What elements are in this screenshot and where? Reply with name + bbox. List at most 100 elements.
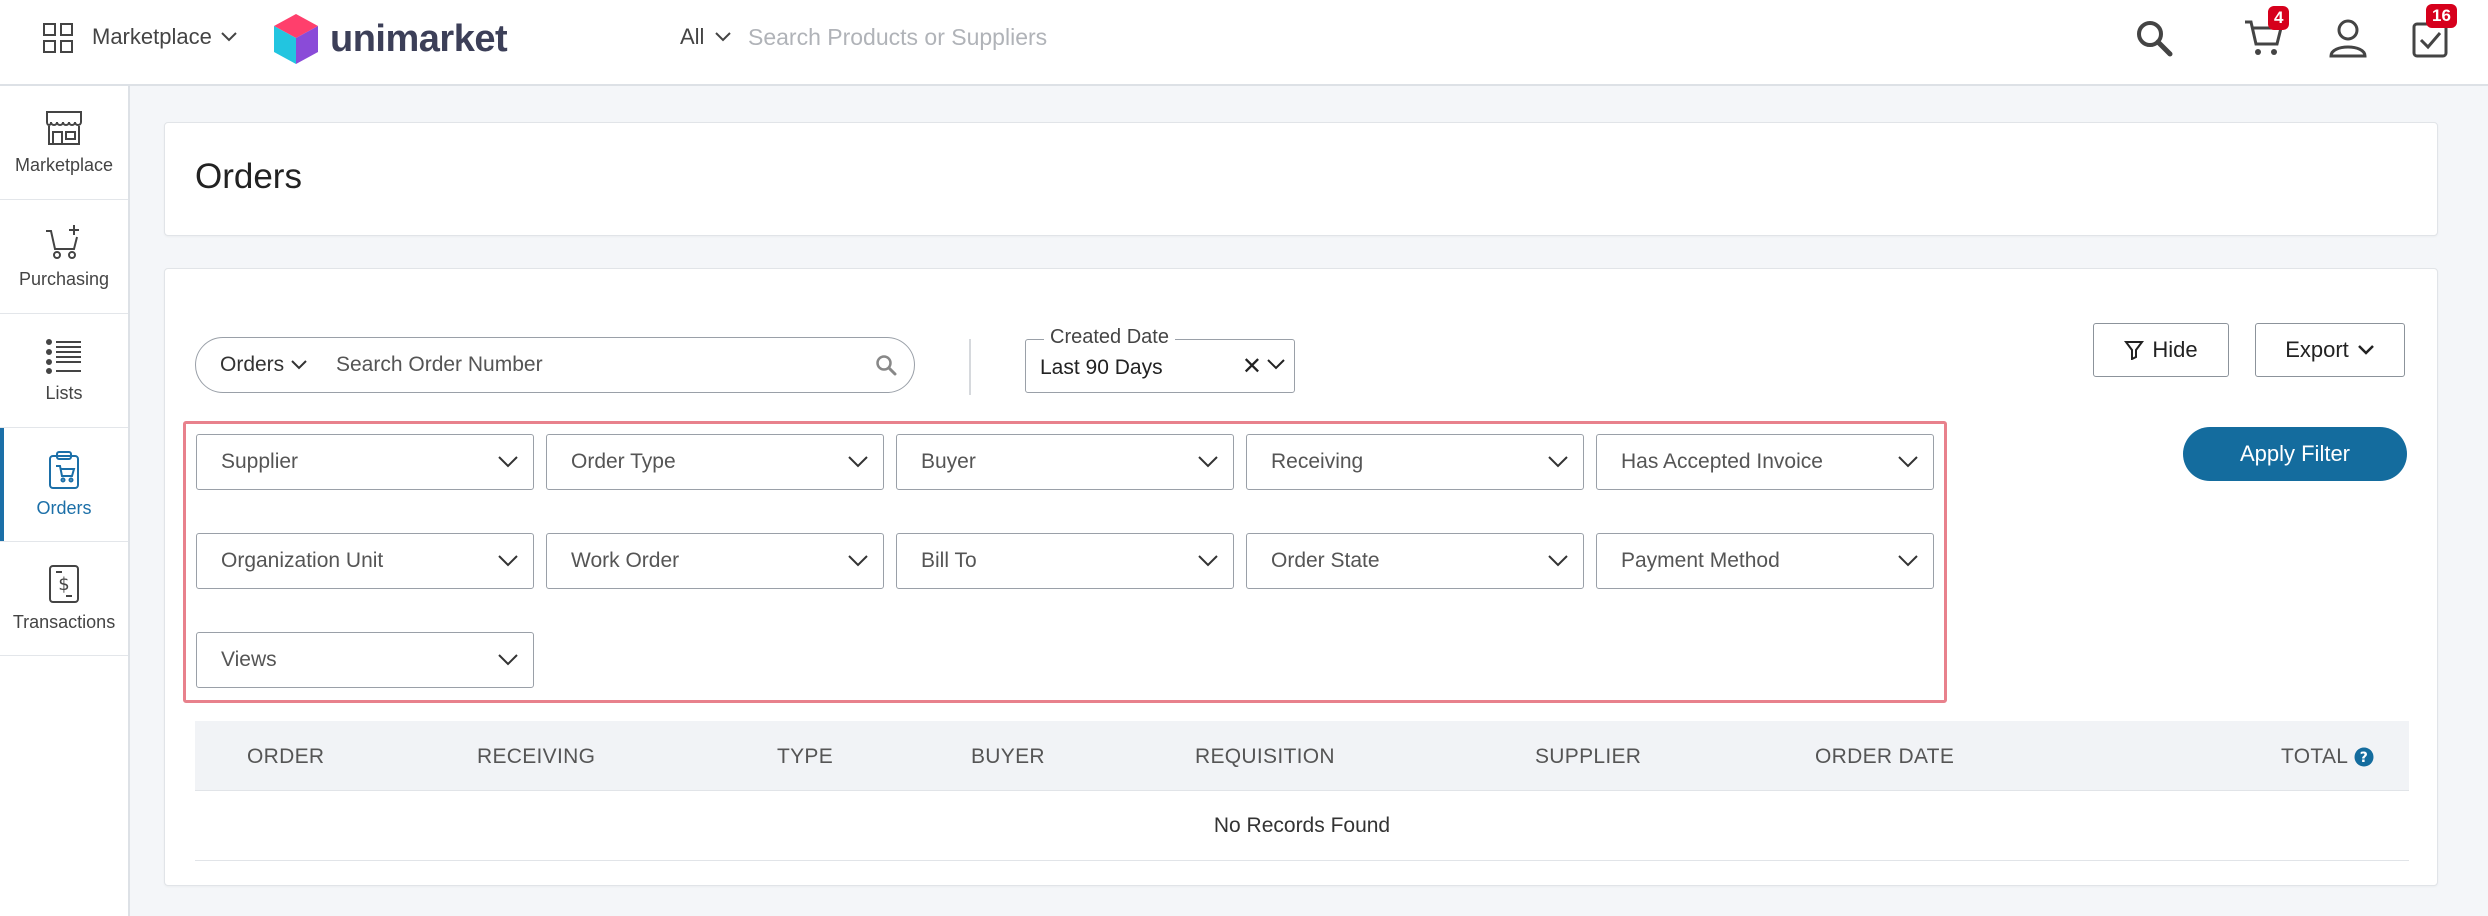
export-button[interactable]: Export [2255, 323, 2405, 377]
column-header-requisition[interactable]: REQUISITION [1195, 745, 1335, 769]
filter-label: Receiving [1271, 450, 1364, 473]
clipboard-icon [49, 451, 79, 489]
filter-label: Organization Unit [221, 549, 384, 572]
payment-method-filter[interactable]: Payment Method [1596, 533, 1934, 589]
work-order-filter[interactable]: Work Order [546, 533, 884, 589]
user-icon[interactable] [2324, 14, 2372, 62]
column-header-buyer[interactable]: BUYER [971, 745, 1045, 769]
help-icon[interactable]: ? [2354, 747, 2374, 767]
column-header-receiving[interactable]: RECEIVING [477, 745, 595, 769]
filter-icon [2124, 341, 2145, 360]
bill-to-filter[interactable]: Bill To [896, 533, 1234, 589]
cube-logo-icon [274, 14, 318, 64]
sidebar-item-label: Marketplace [14, 155, 114, 175]
column-header-type[interactable]: TYPE [777, 745, 833, 769]
sidebar-item-transactions[interactable]: $ Transactions [0, 542, 128, 656]
global-search-input[interactable] [748, 20, 1348, 54]
sidebar-item-marketplace[interactable]: Marketplace [0, 86, 128, 200]
column-header-total-label: TOTAL [2281, 745, 2349, 768]
buyer-filter[interactable]: Buyer [896, 434, 1234, 490]
orders-card: Orders Created Date Last 90 Days ✕ Hide … [164, 268, 2438, 886]
hide-filters-button[interactable]: Hide [2093, 323, 2229, 377]
unimarket-logo[interactable]: unimarket [272, 12, 508, 66]
chevron-down-icon [1548, 555, 1568, 567]
receipt-dollar-icon: $ [49, 565, 79, 603]
search-type-select[interactable]: Orders [196, 353, 336, 377]
filter-label: Payment Method [1621, 549, 1780, 572]
sidebar-item-label: Lists [45, 383, 83, 403]
marketplace-switcher[interactable]: Marketplace [92, 24, 238, 50]
order-search-bar: Orders [195, 337, 915, 393]
orders-table-header: ORDER RECEIVING TYPE BUYER REQUISITION S… [195, 721, 2409, 791]
hide-button-label: Hide [2152, 337, 2198, 362]
filter-panel: Supplier Order Type Buyer Receiving Has … [183, 421, 1947, 703]
search-scope-label: All [680, 24, 705, 49]
column-header-total[interactable]: TOTAL ? [2281, 745, 2374, 769]
logo-text: unimarket [330, 17, 508, 60]
column-header-order-date[interactable]: ORDER DATE [1815, 745, 1954, 769]
created-date-value: Last 90 Days [1040, 356, 1163, 379]
chevron-down-icon [221, 32, 237, 42]
order-state-filter[interactable]: Order State [1246, 533, 1584, 589]
page-title: Orders [195, 157, 302, 196]
order-type-filter[interactable]: Order Type [546, 434, 884, 490]
column-header-supplier[interactable]: SUPPLIER [1535, 745, 1641, 769]
filter-label: Buyer [921, 450, 976, 473]
chevron-down-icon [1898, 456, 1918, 468]
organization-unit-filter[interactable]: Organization Unit [196, 533, 534, 589]
sidebar-item-purchasing[interactable]: Purchasing [0, 200, 128, 314]
chevron-down-icon [1548, 456, 1568, 468]
sidebar-item-lists[interactable]: Lists [0, 314, 128, 428]
search-icon[interactable] [2130, 14, 2178, 62]
views-filter[interactable]: Views [196, 632, 534, 688]
chevron-down-icon [498, 456, 518, 468]
search-type-label: Orders [220, 353, 285, 376]
cart-icon[interactable]: 4 [2240, 6, 2290, 62]
chevron-down-icon[interactable] [1266, 358, 1286, 372]
cart-count-badge: 4 [2268, 6, 2290, 30]
created-date-legend: Created Date [1044, 326, 1175, 349]
empty-state-row: No Records Found [195, 791, 2409, 861]
sidebar-item-orders[interactable]: Orders [0, 428, 128, 542]
chevron-down-icon [715, 32, 732, 42]
search-scope-select[interactable]: All [680, 24, 732, 50]
sidebar: Marketplace Purchasing Lists Orders $ Tr… [0, 86, 130, 916]
filter-label: Order State [1271, 549, 1380, 572]
receiving-filter[interactable]: Receiving [1246, 434, 1584, 490]
chevron-down-icon [1198, 456, 1218, 468]
filter-label: Bill To [921, 549, 977, 572]
has-accepted-invoice-filter[interactable]: Has Accepted Invoice [1596, 434, 1934, 490]
chevron-down-icon [848, 555, 868, 567]
page-header-card: Orders [164, 122, 2438, 236]
filter-label: Order Type [571, 450, 676, 473]
sidebar-item-label: Orders [36, 498, 92, 518]
chevron-down-icon [498, 654, 518, 666]
chevron-down-icon [1898, 555, 1918, 567]
filter-label: Work Order [571, 549, 680, 572]
apply-filter-button[interactable]: Apply Filter [2183, 427, 2407, 481]
chevron-down-icon [2357, 345, 2374, 355]
chevron-down-icon [848, 456, 868, 468]
marketplace-switcher-label: Marketplace [92, 24, 212, 49]
filter-label: Has Accepted Invoice [1621, 450, 1823, 473]
search-icon[interactable] [858, 354, 914, 376]
storefront-icon [46, 111, 82, 145]
filter-label: Supplier [221, 450, 299, 473]
clear-date-icon[interactable]: ✕ [1242, 352, 1262, 381]
app-grid-icon[interactable] [42, 22, 74, 54]
chevron-down-icon [1198, 555, 1218, 567]
order-number-search-input[interactable] [336, 353, 858, 377]
top-bar: Marketplace unimarket All 4 16 [0, 0, 2488, 86]
filter-label: Views [221, 648, 277, 671]
created-date-filter[interactable]: Created Date Last 90 Days ✕ [1025, 326, 1295, 393]
tasks-count-badge: 16 [2426, 4, 2457, 28]
chevron-down-icon [291, 360, 307, 370]
column-header-order[interactable]: ORDER [247, 745, 324, 769]
tasks-icon[interactable]: 16 [2406, 4, 2457, 62]
svg-text:?: ? [2360, 750, 2368, 766]
export-button-label: Export [2285, 337, 2349, 362]
supplier-filter[interactable]: Supplier [196, 434, 534, 490]
sidebar-item-label: Transactions [12, 612, 116, 632]
divider [969, 339, 971, 395]
cart-add-icon [46, 225, 79, 259]
